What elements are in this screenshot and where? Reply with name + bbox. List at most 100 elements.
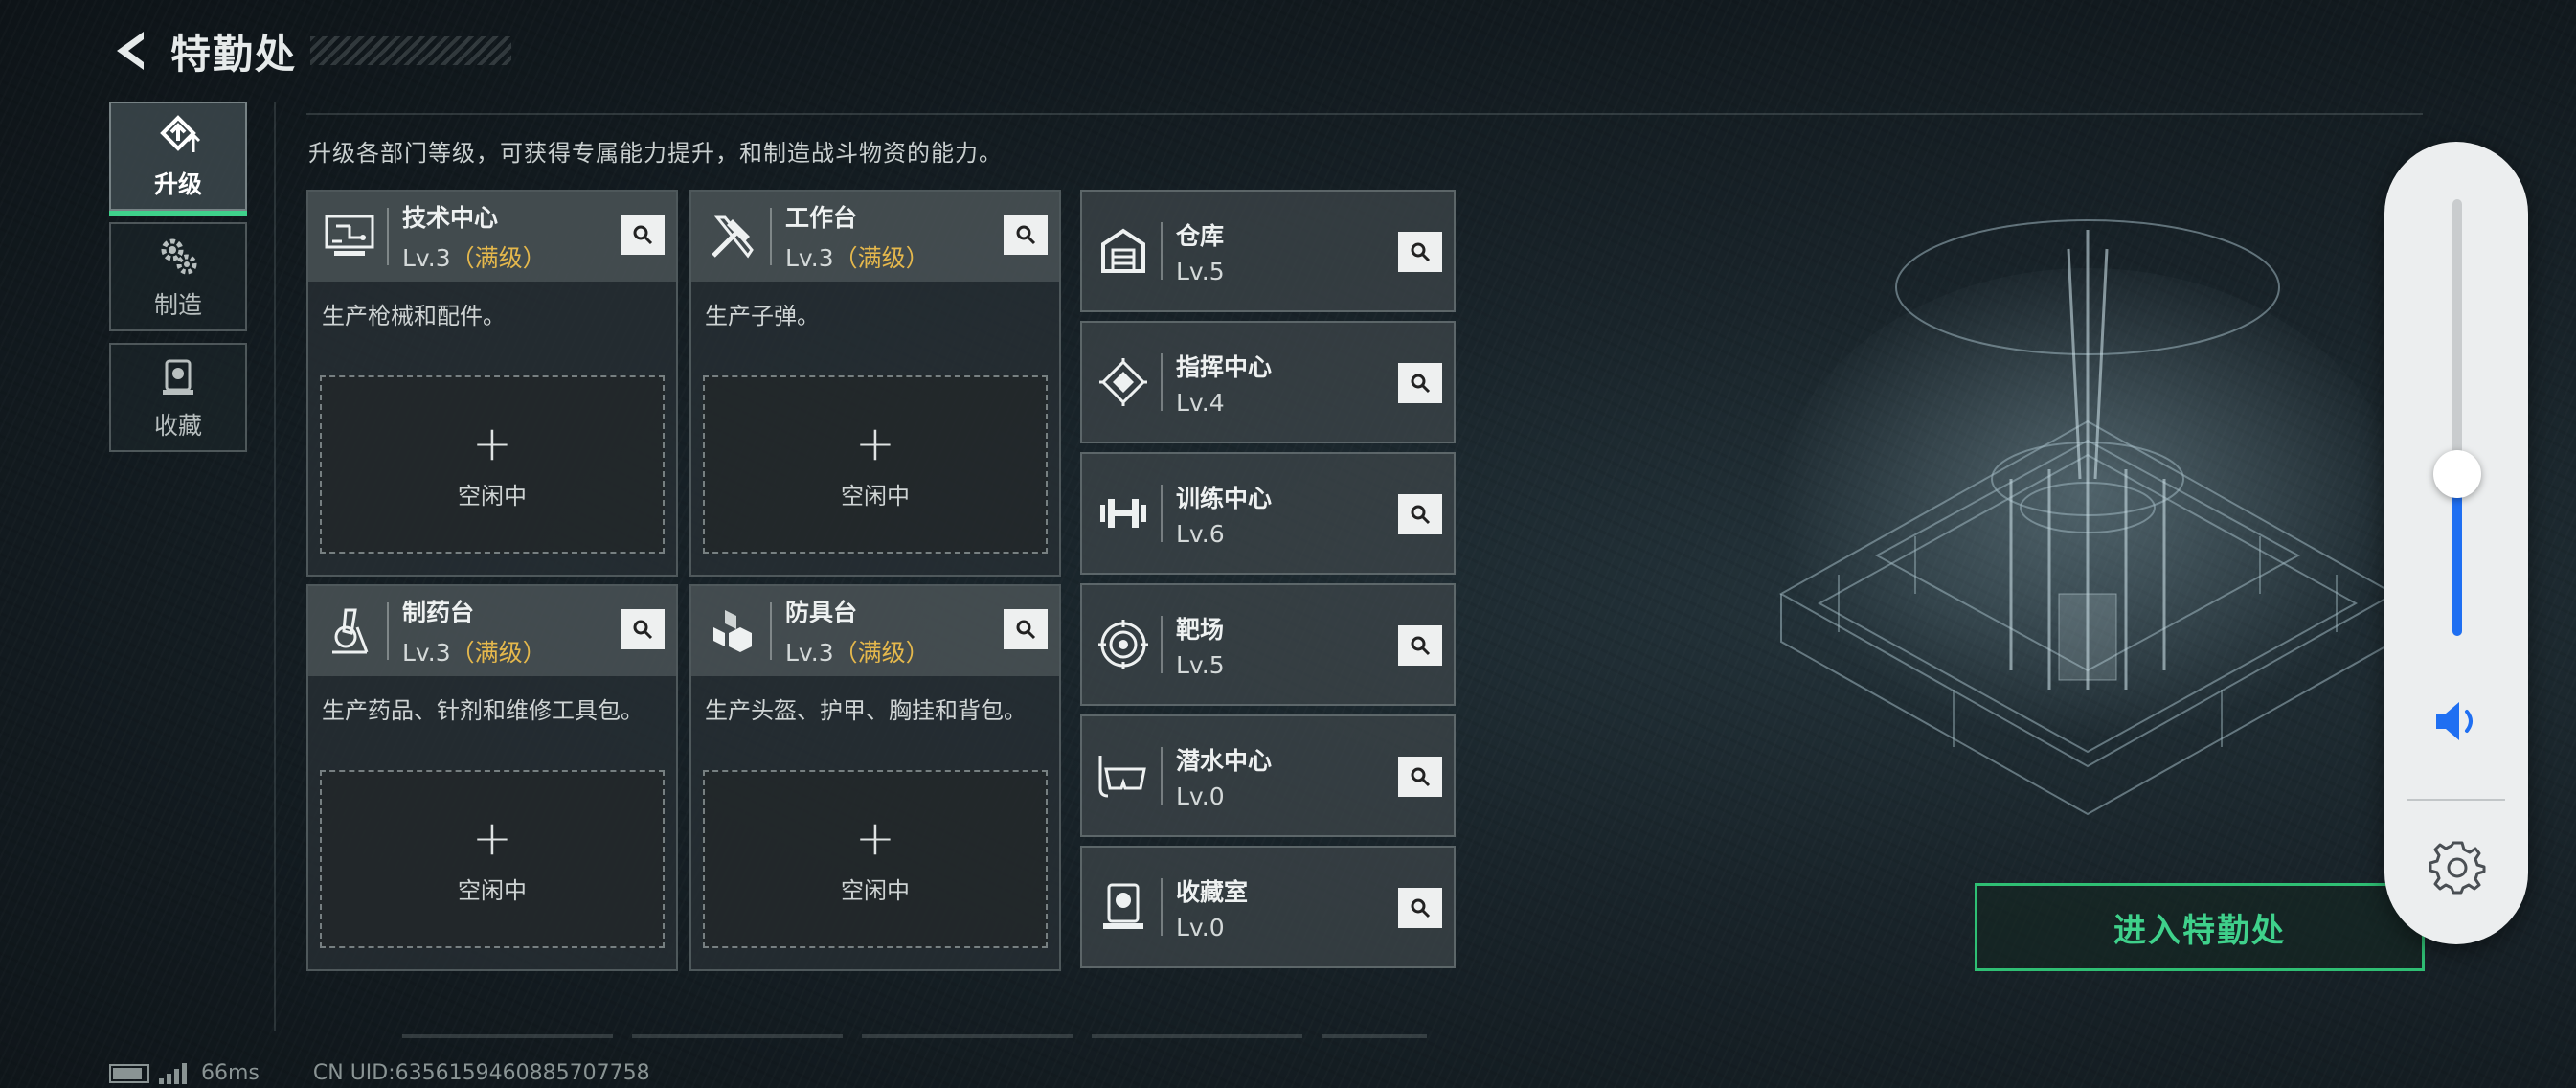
inspect-button[interactable] bbox=[1398, 363, 1442, 403]
user-uid: CN UID:6356159460885707758 bbox=[312, 1061, 650, 1085]
search-icon bbox=[1016, 225, 1036, 245]
row-divider bbox=[1161, 353, 1163, 411]
target-icon bbox=[1094, 615, 1153, 674]
facility-row-range[interactable]: 靶场 Lv.5 bbox=[1080, 583, 1456, 706]
slot-status: 空闲中 bbox=[458, 482, 527, 510]
facility-description: 生产头盔、护甲、胸挂和背包。 bbox=[705, 697, 1027, 724]
facility-row-command-center[interactable]: 指挥中心 Lv.4 bbox=[1080, 321, 1456, 443]
back-button[interactable] bbox=[107, 24, 151, 78]
chevron-left-icon bbox=[117, 32, 144, 70]
facility-description: 生产子弹。 bbox=[705, 303, 820, 329]
maxed-tag: （满级） bbox=[450, 244, 547, 272]
facility-level: Lv.0 bbox=[1176, 782, 1225, 810]
facility-name: 训练中心 bbox=[1176, 484, 1273, 512]
search-icon bbox=[1016, 620, 1036, 640]
volume-panel bbox=[2384, 142, 2528, 944]
inspect-button[interactable] bbox=[1398, 625, 1442, 666]
side-nav: 升级 制造 收藏 bbox=[109, 102, 247, 464]
collection-icon bbox=[163, 359, 193, 395]
card-divider bbox=[770, 602, 772, 660]
facility-level: Lv.3（满级） bbox=[402, 634, 547, 669]
production-slot[interactable]: + 空闲中 bbox=[320, 770, 665, 948]
inspect-button[interactable] bbox=[1398, 232, 1442, 272]
facility-row-training-center[interactable]: 训练中心 Lv.6 bbox=[1080, 452, 1456, 575]
facility-description: 生产枪械和配件。 bbox=[322, 303, 506, 329]
production-slot[interactable]: + 空闲中 bbox=[703, 375, 1048, 554]
slot-status: 空闲中 bbox=[841, 482, 910, 510]
facility-row-warehouse[interactable]: 仓库 Lv.5 bbox=[1080, 190, 1456, 312]
divider-vertical bbox=[274, 102, 276, 1031]
facility-card-tech-center: 技术中心 Lv.3（满级） 生产枪械和配件。 + 空闲中 bbox=[306, 190, 678, 577]
facility-description: 生产药品、针剂和维修工具包。 bbox=[322, 697, 644, 724]
search-icon bbox=[633, 620, 653, 640]
facility-row-diving-center[interactable]: 潜水中心 Lv.0 bbox=[1080, 714, 1456, 837]
card-header: 制药台 Lv.3（满级） bbox=[308, 586, 676, 676]
facility-name: 收藏室 bbox=[1176, 877, 1249, 906]
base-illustration bbox=[1772, 219, 2404, 816]
slot-status: 空闲中 bbox=[458, 876, 527, 904]
ping-value: 66ms bbox=[201, 1061, 260, 1085]
tab-collection-label: 收藏 bbox=[153, 412, 202, 440]
tab-upgrade[interactable]: 升级 bbox=[109, 102, 247, 216]
row-divider bbox=[1161, 222, 1163, 280]
level-value: Lv.3 bbox=[402, 244, 451, 272]
facility-name: 工作台 bbox=[785, 204, 858, 232]
facility-card-armor-bench: 防具台 Lv.3（满级） 生产头盔、护甲、胸挂和背包。 + 空闲中 bbox=[689, 584, 1061, 971]
row-divider bbox=[1161, 878, 1163, 936]
card-header: 防具台 Lv.3（满级） bbox=[691, 586, 1059, 676]
armor-bench-icon bbox=[703, 601, 762, 661]
facility-name: 防具台 bbox=[785, 599, 858, 626]
inspect-button[interactable] bbox=[1398, 757, 1442, 797]
footer-decoration bbox=[402, 1034, 1427, 1038]
gear-icon[interactable] bbox=[2429, 837, 2486, 895]
facility-name: 指挥中心 bbox=[1176, 352, 1273, 381]
facility-card-pharmacy: 制药台 Lv.3（满级） 生产药品、针剂和维修工具包。 + 空闲中 bbox=[306, 584, 678, 971]
volume-thumb[interactable] bbox=[2433, 450, 2481, 499]
facility-level: Lv.3（满级） bbox=[785, 634, 930, 669]
card-header: 技术中心 Lv.3（满级） bbox=[308, 192, 676, 282]
enter-hq-button[interactable]: 进入特勤处 bbox=[1975, 883, 2425, 971]
facility-level: Lv.0 bbox=[1176, 913, 1225, 941]
tab-collection[interactable]: 收藏 bbox=[109, 343, 247, 452]
intro-text: 升级各部门等级，可获得专属能力提升，和制造战斗物资的能力。 bbox=[308, 140, 1003, 167]
facility-name: 潜水中心 bbox=[1176, 746, 1273, 775]
inspect-button[interactable] bbox=[621, 215, 665, 255]
search-icon bbox=[633, 225, 653, 245]
dumbbell-icon bbox=[1094, 484, 1153, 543]
card-divider bbox=[387, 602, 389, 660]
facility-row-collection-room[interactable]: 收藏室 Lv.0 bbox=[1080, 846, 1456, 968]
header: 特勤处 bbox=[107, 21, 512, 80]
inspect-button[interactable] bbox=[1004, 215, 1048, 255]
volume-divider bbox=[2407, 799, 2505, 801]
maxed-tag: （满级） bbox=[833, 639, 930, 667]
search-icon bbox=[1411, 898, 1431, 918]
tab-craft-label: 制造 bbox=[153, 291, 202, 319]
inspect-button[interactable] bbox=[1398, 494, 1442, 534]
facility-name: 靶场 bbox=[1176, 615, 1225, 644]
production-slot[interactable]: + 空闲中 bbox=[320, 375, 665, 554]
speaker-icon[interactable] bbox=[2432, 697, 2482, 745]
search-icon bbox=[1411, 636, 1431, 656]
row-divider bbox=[1161, 616, 1163, 673]
warehouse-icon bbox=[1094, 221, 1153, 281]
facility-level: Lv.3（满级） bbox=[402, 239, 547, 274]
tab-upgrade-label: 升级 bbox=[153, 170, 202, 198]
level-value: Lv.3 bbox=[785, 639, 834, 667]
inspect-button[interactable] bbox=[1398, 888, 1442, 928]
facility-name: 制药台 bbox=[402, 599, 475, 626]
command-center-icon bbox=[1094, 352, 1153, 412]
upgrade-icon bbox=[160, 115, 201, 152]
production-slot[interactable]: + 空闲中 bbox=[703, 770, 1048, 948]
workbench-icon bbox=[703, 207, 762, 266]
maxed-tag: （满级） bbox=[450, 639, 547, 667]
inspect-button[interactable] bbox=[1004, 609, 1048, 649]
plus-icon: + bbox=[855, 415, 895, 471]
facility-card-workbench: 工作台 Lv.3（满级） 生产子弹。 + 空闲中 bbox=[689, 190, 1061, 577]
search-icon bbox=[1411, 374, 1431, 394]
tech-center-icon bbox=[320, 207, 379, 266]
tab-craft[interactable]: 制造 bbox=[109, 222, 247, 331]
facility-level: Lv.5 bbox=[1176, 650, 1225, 679]
inspect-button[interactable] bbox=[621, 609, 665, 649]
divider-horizontal bbox=[306, 113, 2423, 115]
row-divider bbox=[1161, 485, 1163, 542]
